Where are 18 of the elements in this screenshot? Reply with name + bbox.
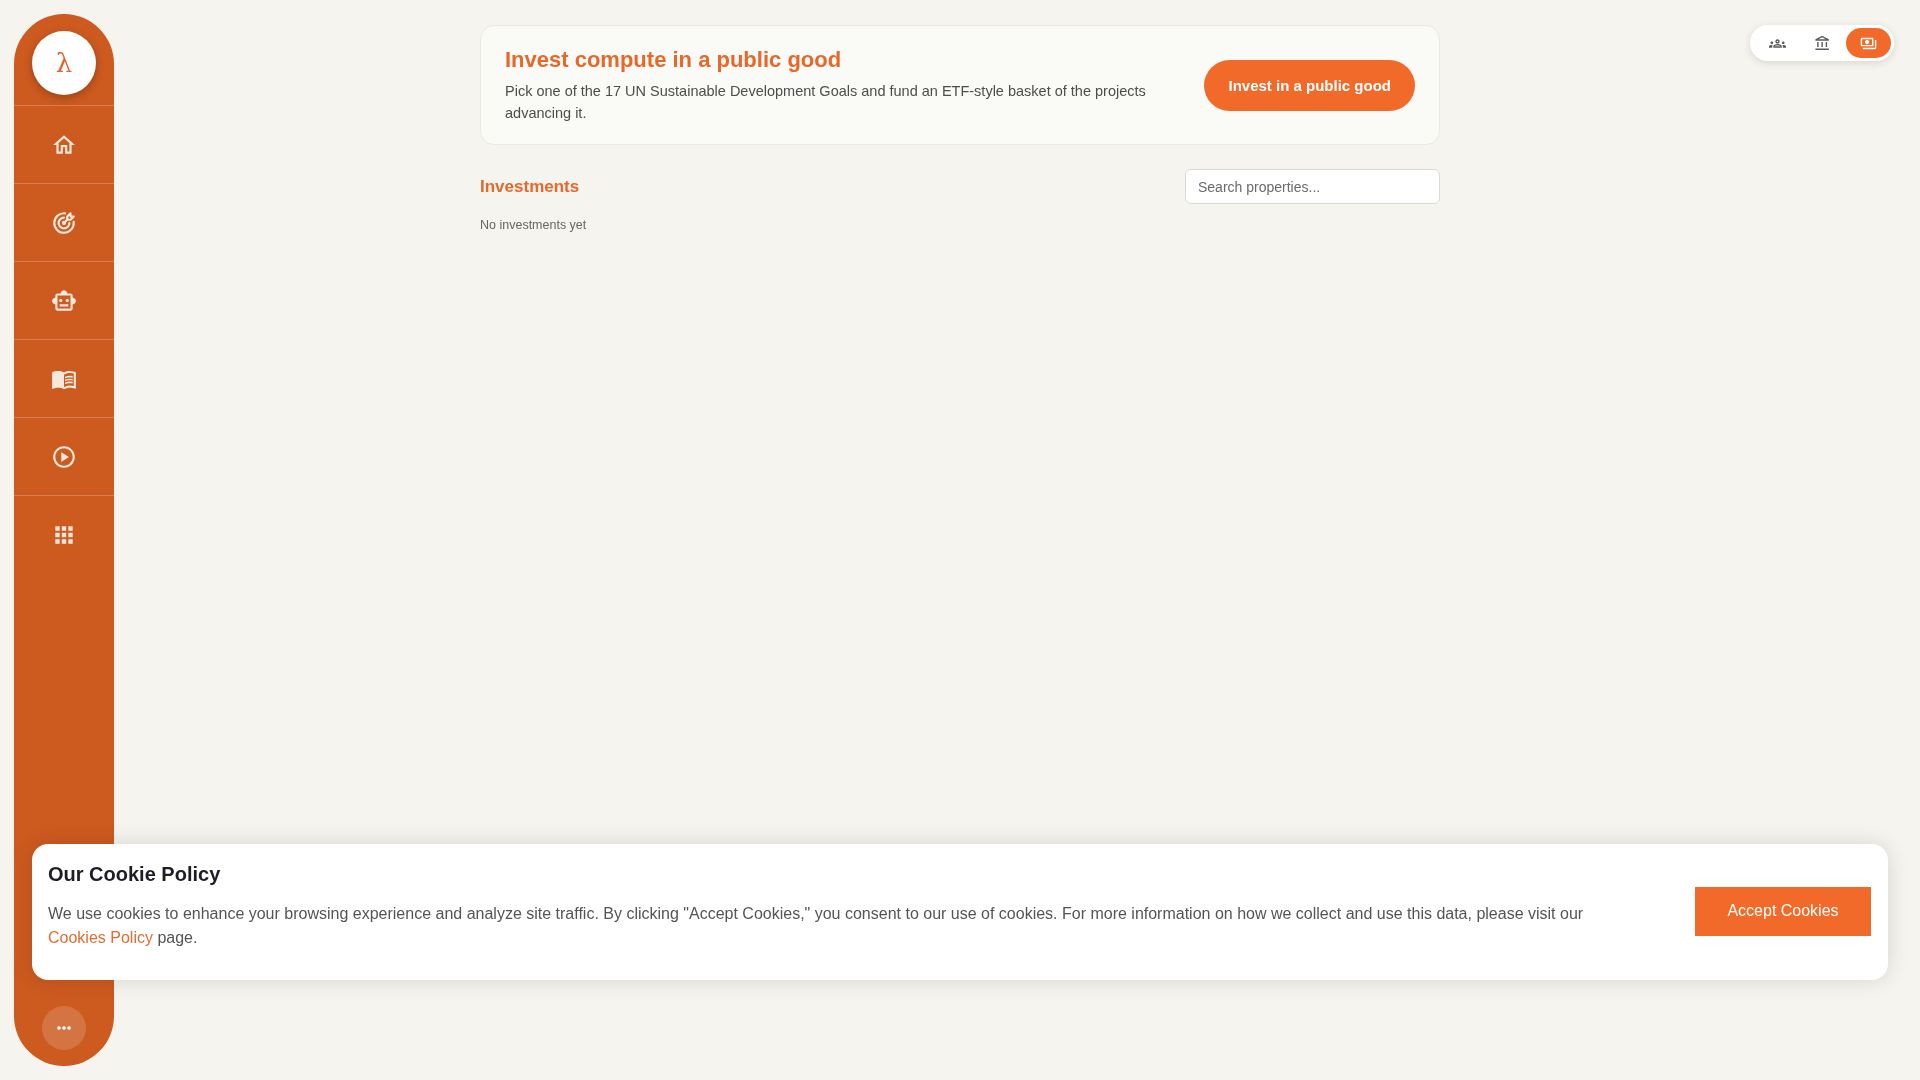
- cookies-policy-link[interactable]: Cookies Policy: [48, 929, 153, 946]
- invest-card-title: Invest compute in a public good: [505, 46, 843, 74]
- target-icon: [51, 209, 77, 236]
- robot-icon: [51, 287, 77, 314]
- logo[interactable]: λ: [32, 31, 96, 95]
- play-icon: [51, 443, 77, 470]
- accept-cookies-button[interactable]: Accept Cookies: [1695, 886, 1871, 936]
- empty-message: No investments yet: [480, 218, 588, 232]
- invest-card-description: Pick one of the 17 UN Sustainable Development Goals and fund an ETF-style basket of the projects advancing it.: [505, 82, 1147, 123]
- invest-button[interactable]: Invest in a public good: [1204, 59, 1415, 111]
- section-title: Investments: [480, 176, 580, 197]
- more-icon: [57, 1026, 71, 1030]
- more-button[interactable]: [42, 1006, 86, 1050]
- search-field[interactable]: Search properties...: [1185, 169, 1440, 204]
- cookie-banner-title: Our Cookie Policy: [48, 862, 222, 886]
- cookie-message: We use cookies to enhance your browsing experience and analyze site traffic. By clicking "Accept Cookies," you consent to our use of cookies. For more information on how we collect and use this data, please visit our Cookies Policy page.: [48, 904, 1585, 948]
- view-toggle-button[interactable]: [1846, 28, 1891, 58]
- bank-icon: [1814, 34, 1831, 52]
